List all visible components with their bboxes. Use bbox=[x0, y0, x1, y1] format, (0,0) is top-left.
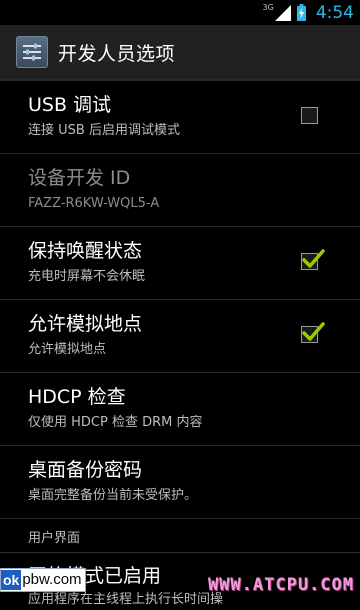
checkmark-icon bbox=[302, 249, 325, 268]
sliders-icon bbox=[23, 43, 41, 61]
item-title: HDCP 检查 bbox=[28, 386, 126, 408]
signal-strength-icon bbox=[274, 4, 291, 21]
list-item-device-id: 设备开发 ID FAZZ-R6KW-WQL5-A bbox=[0, 154, 360, 227]
item-subtitle: 桌面完整备份当前未受保护。 bbox=[28, 488, 198, 503]
item-title: 桌面备份密码 bbox=[28, 459, 143, 481]
item-subtitle: 充电时屏幕不会休眠 bbox=[28, 269, 146, 284]
list-item-hdcp-checking[interactable]: HDCP 检查 仅使用 HDCP 检查 DRM 内容 bbox=[0, 373, 360, 446]
watermark-domain-label: pbw.com bbox=[22, 571, 82, 588]
list-item-backup-password[interactable]: 桌面备份密码 桌面完整备份当前未受保护。 bbox=[0, 446, 360, 519]
item-subtitle: 允许模拟地点 bbox=[28, 342, 107, 357]
item-subtitle: FAZZ-R6KW-WQL5-A bbox=[28, 196, 160, 211]
battery-charging-icon bbox=[296, 4, 306, 21]
watermark-atcpu: WWW.ATCPU.COM bbox=[207, 575, 354, 595]
list-item-usb-debugging[interactable]: USB 调试 连接 USB 后启用调试模式 bbox=[0, 81, 360, 154]
stay-awake-checkbox[interactable] bbox=[301, 249, 325, 270]
watermark-ok-label: ok bbox=[1, 570, 22, 590]
watermark-okpbw: ok pbw.com bbox=[0, 568, 86, 592]
item-title: 设备开发 ID bbox=[28, 167, 131, 189]
list-item-stay-awake[interactable]: 保持唤醒状态 充电时屏幕不会休眠 bbox=[0, 227, 360, 300]
category-header-user-interface: 用户界面 bbox=[0, 519, 360, 553]
preference-list: USB 调试 连接 USB 后启用调试模式 设备开发 ID FAZZ-R6KW-… bbox=[0, 81, 360, 519]
network-type-label: 3G bbox=[262, 3, 274, 12]
clock: 4:54 bbox=[315, 2, 354, 23]
mock-locations-checkbox[interactable] bbox=[301, 322, 325, 343]
page-title: 开发人员选项 bbox=[58, 42, 176, 65]
list-item-mock-locations[interactable]: 允许模拟地点 允许模拟地点 bbox=[0, 300, 360, 373]
settings-app-icon[interactable] bbox=[16, 36, 48, 68]
usb-debugging-checkbox[interactable] bbox=[301, 107, 318, 124]
action-bar: 开发人员选项 bbox=[0, 25, 360, 81]
item-subtitle: 连接 USB 后启用调试模式 bbox=[28, 123, 180, 138]
status-bar: 3G 4:54 bbox=[0, 0, 360, 25]
item-subtitle: 仅使用 HDCP 检查 DRM 内容 bbox=[28, 415, 203, 430]
checkmark-icon bbox=[302, 322, 325, 341]
